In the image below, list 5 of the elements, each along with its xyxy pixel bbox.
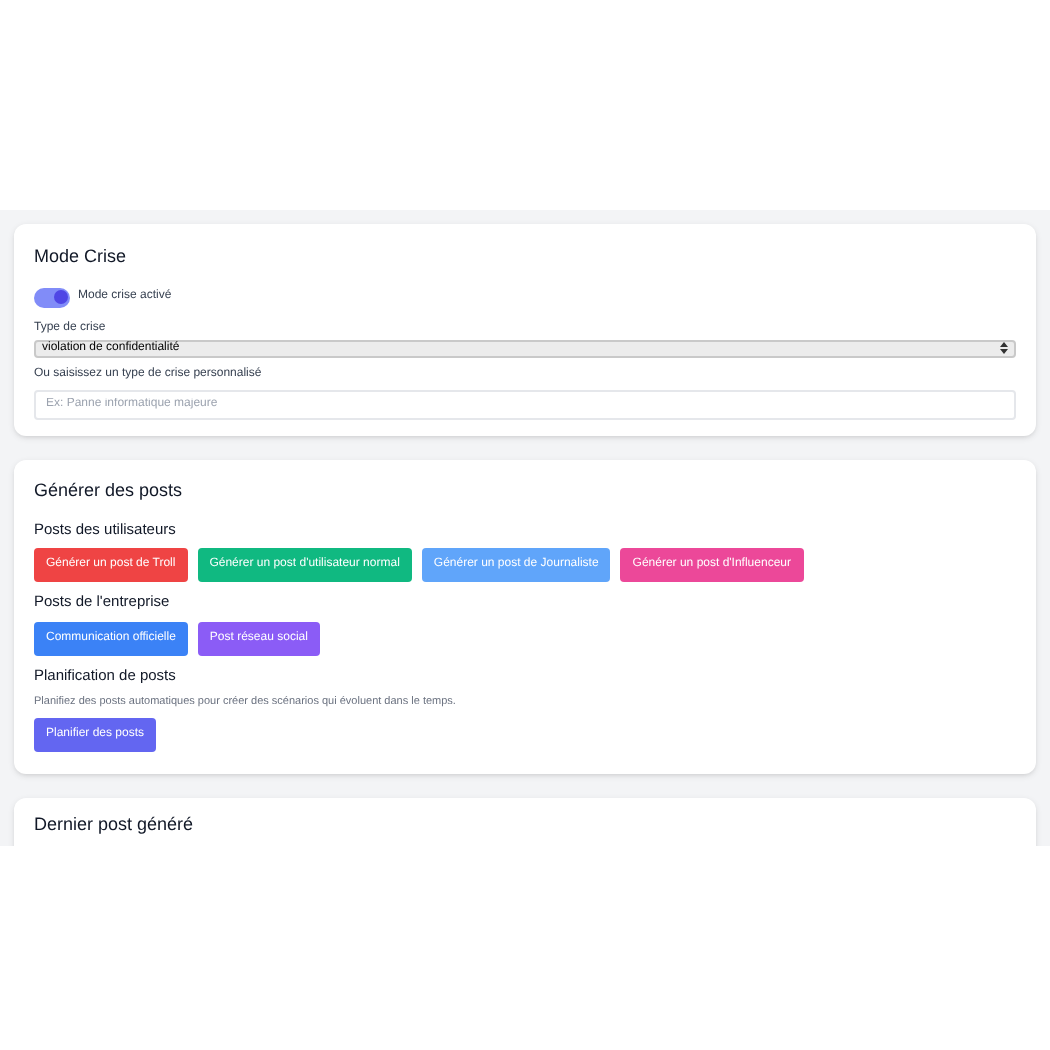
card-title: Générer des posts bbox=[34, 477, 185, 504]
card-title: Mode Crise bbox=[34, 244, 129, 270]
dropdown-arrows-icon bbox=[1000, 342, 1008, 354]
card-title: Dernier post généré bbox=[34, 812, 196, 838]
toggle-switch[interactable] bbox=[34, 287, 70, 307]
